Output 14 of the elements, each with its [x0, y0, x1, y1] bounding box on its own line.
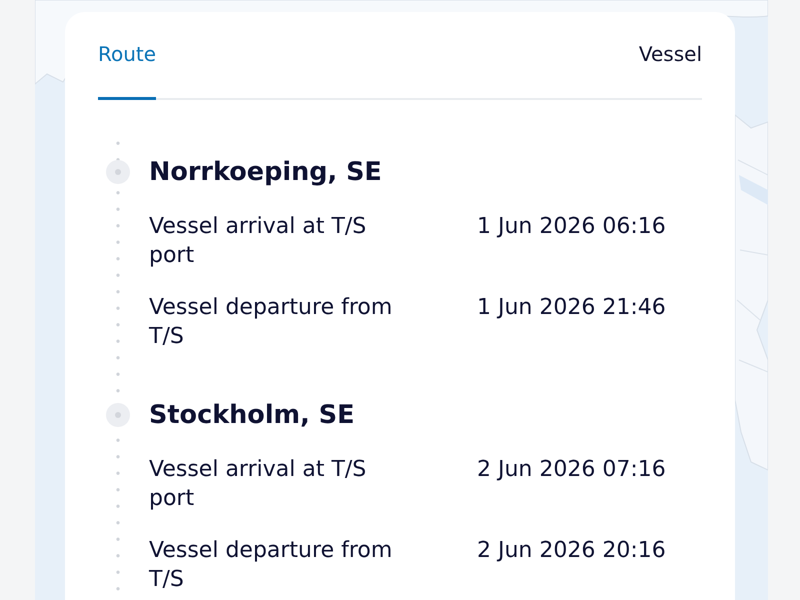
- event-label: Vessel arrival at T/S port: [149, 213, 368, 270]
- event-time: 2 Jun 2026 07:16: [477, 456, 666, 484]
- tab[interactable]: Route: [98, 12, 156, 100]
- event-time: 1 Jun 2026 06:16: [477, 213, 666, 241]
- event-label: Vessel departure from T/S: [149, 294, 394, 351]
- stop-name: Stockholm, SE: [149, 400, 354, 430]
- tab[interactable]: Vessel: [638, 12, 702, 100]
- event-time: 2 Jun 2026 20:16: [477, 537, 666, 565]
- stop-marker-icon: [106, 160, 130, 184]
- event-time: 1 Jun 2026 21:46: [477, 294, 666, 322]
- event-label: Vessel departure from T/S: [149, 537, 394, 594]
- stop-marker-icon: [106, 403, 130, 427]
- event-label: Vessel arrival at T/S port: [149, 456, 368, 513]
- stop-name: Norrkoeping, SE: [149, 157, 382, 187]
